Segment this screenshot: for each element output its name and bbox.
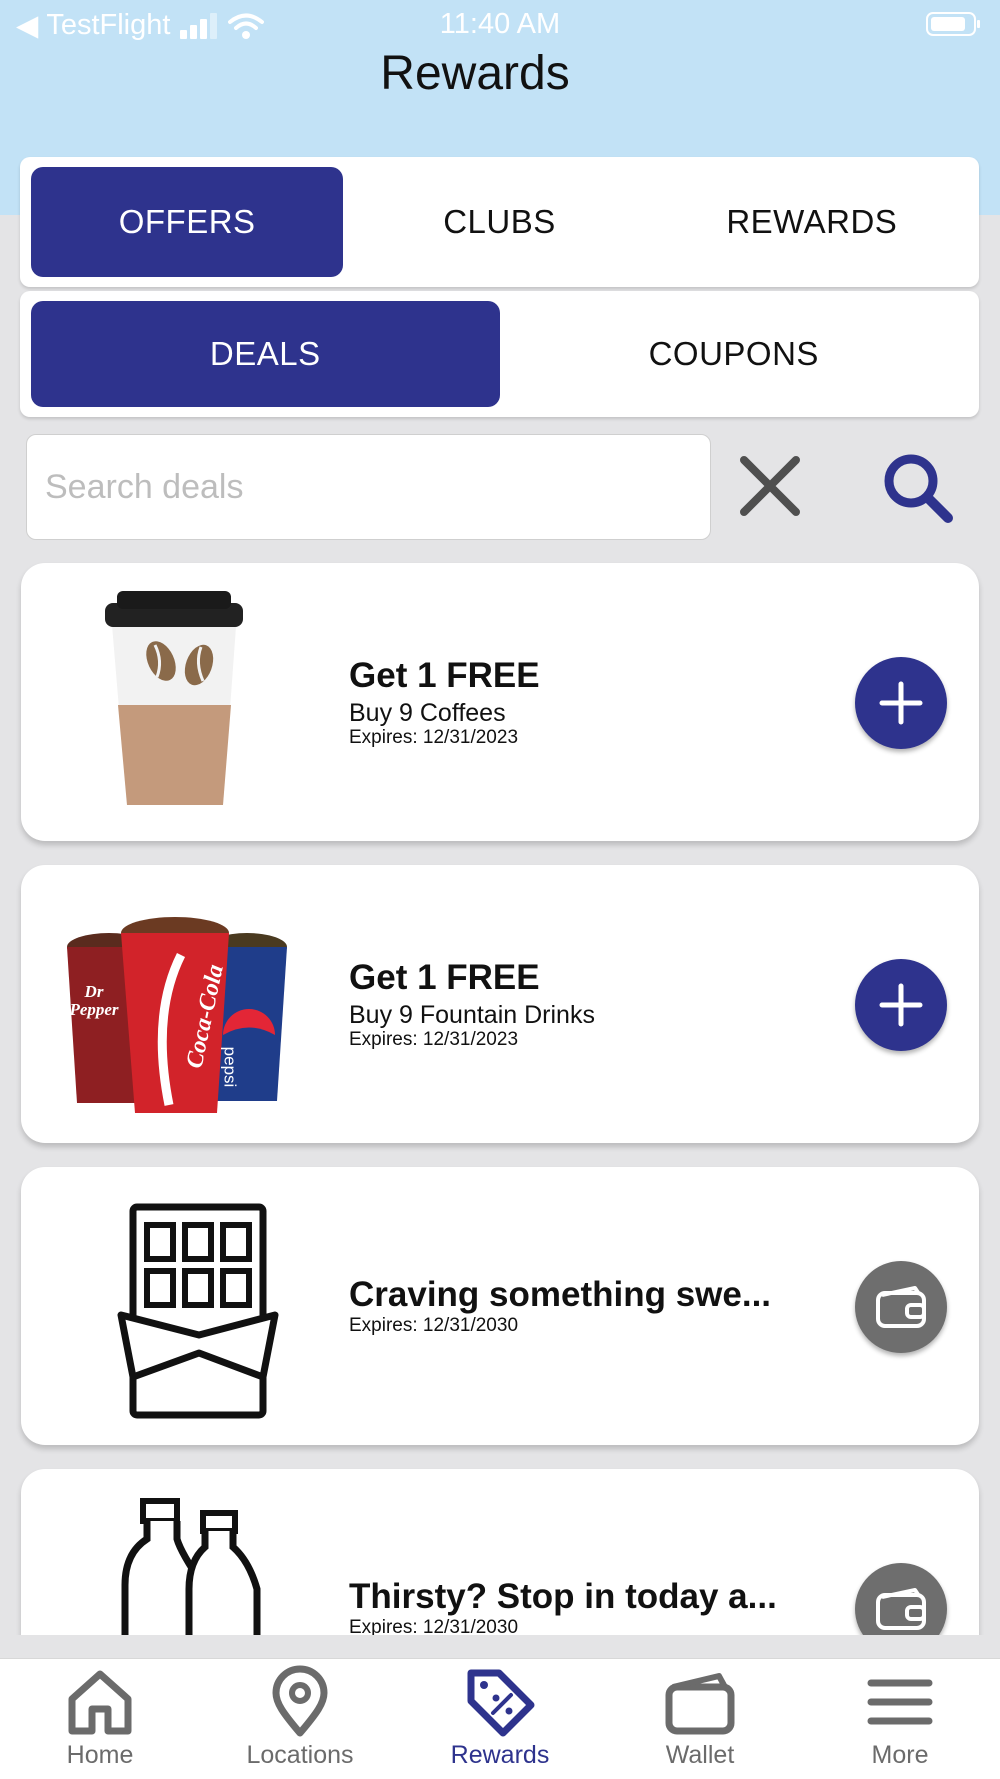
location-pin-icon — [272, 1665, 328, 1737]
fountain-drinks-image: Dr Pepper Coca-Cola pepsi — [51, 885, 301, 1123]
deal-title: Thirsty? Stop in today a... — [349, 1577, 777, 1616]
deal-expiration: Expires: 12/31/2030 — [349, 1617, 519, 1635]
plus-icon — [879, 681, 923, 725]
deal-expiration: Expires: 12/31/2023 — [349, 1028, 519, 1050]
tab-rewards[interactable]: REWARDS — [656, 167, 968, 277]
tab-deals[interactable]: DEALS — [31, 301, 500, 407]
add-to-wallet-button[interactable] — [855, 1563, 947, 1635]
clear-search-button[interactable] — [734, 450, 806, 522]
nav-wallet[interactable]: Wallet — [600, 1665, 800, 1775]
deal-subtitle: Buy 9 Fountain Drinks — [349, 1000, 595, 1029]
status-bar: ◀ TestFlight 11:40 AM — [0, 0, 1000, 50]
tab-offers[interactable]: OFFERS — [31, 167, 344, 277]
add-deal-button[interactable] — [855, 959, 947, 1051]
nav-home[interactable]: Home — [0, 1665, 200, 1775]
nav-more[interactable]: More — [800, 1665, 1000, 1775]
deal-subtitle: Buy 9 Coffees — [349, 698, 506, 727]
sub-tab-bar: DEALS COUPONS — [20, 291, 979, 417]
deal-title: Get 1 FREE — [349, 655, 540, 695]
deal-card[interactable]: Dr Pepper Coca-Cola pepsi Get 1 FREE Buy… — [21, 865, 979, 1143]
deal-title: Get 1 FREE — [349, 957, 540, 997]
wallet-icon — [876, 1286, 926, 1328]
main-tab-bar: OFFERS CLUBS REWARDS — [20, 157, 979, 287]
nav-wallet-label: Wallet — [665, 1741, 735, 1769]
wallet-icon — [876, 1588, 926, 1630]
status-time: 11:40 AM — [439, 8, 561, 40]
deal-title: Craving something swe... — [349, 1275, 772, 1314]
deal-expiration: Expires: 12/31/2023 — [349, 726, 519, 748]
tag-percent-icon — [467, 1669, 535, 1737]
nav-locations-label: Locations — [246, 1741, 354, 1769]
battery-icon — [926, 12, 980, 36]
bottom-nav: Home Locations Rewards Wallet More — [0, 1658, 1000, 1779]
deal-expiration: Expires: 12/31/2030 — [349, 1315, 519, 1336]
wallet-icon — [665, 1673, 735, 1735]
coffee-cup-image — [51, 583, 301, 821]
page-title: Rewards — [380, 47, 570, 100]
nav-rewards[interactable]: Rewards — [400, 1665, 600, 1775]
add-deal-button[interactable] — [855, 657, 947, 749]
search-icon — [884, 454, 953, 523]
deal-card[interactable]: Craving something swe... Expires: 12/31/… — [21, 1167, 979, 1445]
nav-more-label: More — [871, 1741, 929, 1769]
home-icon — [68, 1670, 132, 1735]
deal-card[interactable]: Get 1 FREE Buy 9 Coffees Expires: 12/31/… — [21, 563, 979, 841]
deals-list[interactable]: Get 1 FREE Buy 9 Coffees Expires: 12/31/… — [0, 560, 1000, 1635]
search-button[interactable] — [880, 450, 956, 526]
tab-clubs[interactable]: CLUBS — [343, 167, 655, 277]
plus-icon — [879, 983, 923, 1027]
tab-coupons[interactable]: COUPONS — [500, 301, 969, 407]
brand-pepsi: pepsi — [220, 1046, 240, 1088]
nav-locations[interactable]: Locations — [200, 1665, 400, 1775]
menu-icon — [867, 1679, 933, 1725]
bottles-icon — [51, 1489, 301, 1635]
brand-dr-pepper: Dr Pepper — [69, 982, 119, 1019]
deal-card[interactable]: Thirsty? Stop in today a... Expires: 12/… — [21, 1469, 979, 1635]
close-icon — [740, 456, 800, 516]
nav-rewards-label: Rewards — [450, 1741, 550, 1769]
nav-home-label: Home — [66, 1741, 134, 1769]
add-to-wallet-button[interactable] — [855, 1261, 947, 1353]
search-input[interactable] — [26, 434, 711, 540]
chocolate-bar-icon — [51, 1187, 301, 1425]
